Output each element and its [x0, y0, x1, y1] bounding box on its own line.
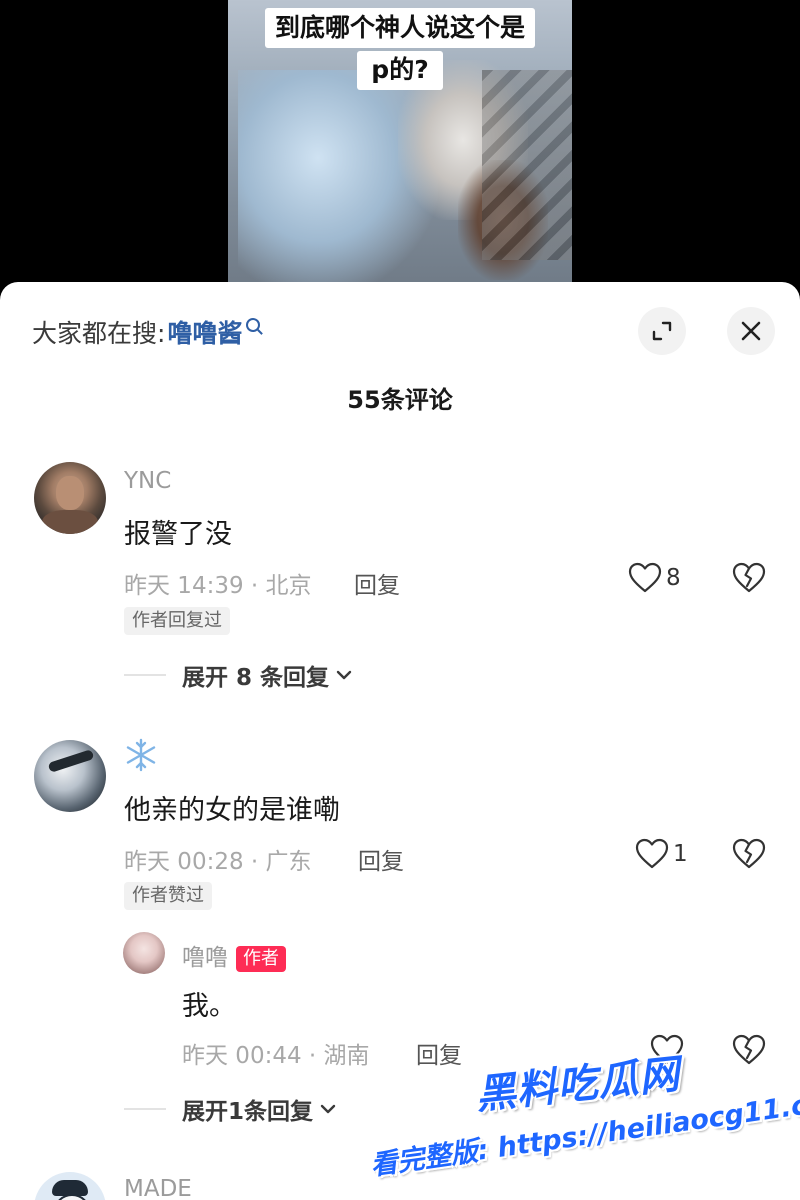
reply-button[interactable]: 回复 [416, 1036, 462, 1070]
like-count: 8 [666, 565, 681, 591]
video-caption-line-2: p的? [357, 51, 443, 90]
author-badge: 作者 [236, 945, 286, 972]
reply-button[interactable]: 回复 [358, 842, 404, 876]
snowflake-icon[interactable] [124, 738, 158, 772]
video-caption: 到底哪个神人说这个是 p的? [248, 8, 552, 93]
like-button[interactable]: 1 [635, 838, 688, 870]
expand-icon [652, 321, 672, 341]
broken-heart-icon[interactable] [732, 1034, 766, 1066]
reply-button[interactable]: 回复 [354, 566, 400, 600]
comment-sheet: 大家都在搜: 噜噜酱 55条评论 YNC 报警了没 昨天 14:39 · 北京 … [0, 282, 800, 1200]
search-icon [246, 318, 261, 332]
search-suggestion[interactable]: 大家都在搜: 噜噜酱 [32, 310, 261, 354]
avatar[interactable] [34, 1172, 106, 1200]
video-player[interactable]: 到底哪个神人说这个是 p的? [0, 0, 800, 290]
reply-text: 我。 [182, 991, 236, 1022]
comment-count: 55条评论 [347, 386, 453, 414]
comment-text: 他亲的女的是谁嘞 [124, 795, 340, 826]
divider [124, 674, 166, 676]
avatar[interactable] [123, 932, 165, 974]
reply-username-row: 噜噜 作者 [182, 938, 286, 972]
comment-time-location: 昨天 14:39 · 北京 [124, 573, 312, 599]
reply-username[interactable]: 噜噜 [182, 945, 228, 971]
comment-username[interactable]: YNC [124, 468, 171, 494]
chevron-down-icon [320, 1104, 336, 1114]
comment-text: 报警了没 [124, 519, 232, 550]
reply-time-location: 昨天 00:44 · 湖南 [182, 1043, 370, 1069]
expand-button[interactable] [638, 307, 686, 355]
avatar[interactable] [34, 462, 106, 534]
close-icon [741, 321, 761, 341]
chevron-down-icon [336, 670, 352, 680]
expand-replies-label: 展开1条回复 [182, 1099, 314, 1125]
comment-username[interactable]: MADE [124, 1176, 192, 1200]
heart-icon [635, 838, 669, 869]
broken-heart-icon[interactable] [732, 838, 766, 870]
avatar[interactable] [34, 740, 106, 812]
expand-replies-button[interactable]: 展开1条回复 [124, 1092, 337, 1126]
like-button[interactable]: 8 [628, 562, 681, 594]
video-caption-line-1: 到底哪个神人说这个是 [264, 8, 535, 48]
heart-icon [628, 562, 662, 593]
status-badge: 作者赞过 [124, 882, 212, 910]
search-suggestion-prefix: 大家都在搜: [32, 319, 166, 348]
close-button[interactable] [727, 307, 775, 355]
comment-time-location: 昨天 00:28 · 广东 [124, 849, 312, 875]
status-badge: 作者回复过 [124, 607, 230, 635]
broken-heart-icon[interactable] [732, 562, 766, 594]
screen: 到底哪个神人说这个是 p的? 大家都在搜: 噜噜酱 55条评论 YNC 报警了没… [0, 0, 800, 1200]
expand-replies-button[interactable]: 展开 8 条回复 [124, 658, 353, 692]
like-count: 1 [673, 841, 688, 867]
search-suggestion-keyword[interactable]: 噜噜酱 [167, 314, 242, 350]
expand-replies-label: 展开 8 条回复 [182, 665, 330, 691]
divider [124, 1108, 166, 1110]
